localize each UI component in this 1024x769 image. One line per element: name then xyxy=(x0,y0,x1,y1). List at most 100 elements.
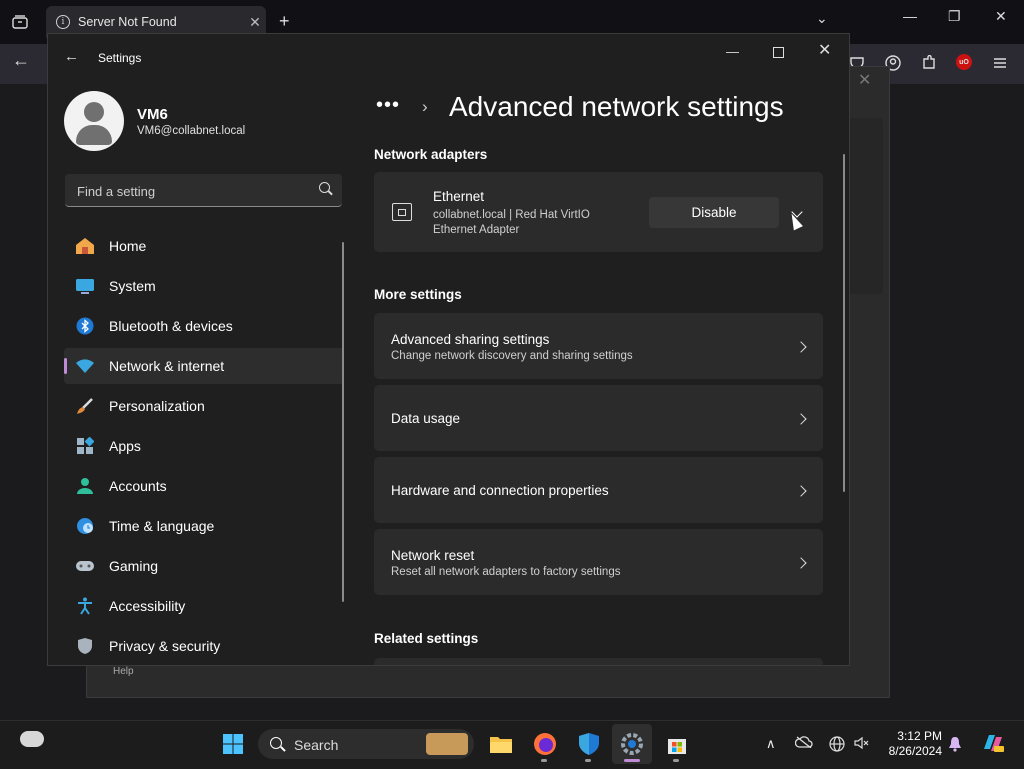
sidebar-item-accounts[interactable]: Accounts xyxy=(64,468,344,504)
sidebar-item-privacy[interactable]: Privacy & security xyxy=(64,628,344,664)
adapter-description: collabnet.local | Red Hat VirtIO Etherne… xyxy=(433,209,590,236)
wifi-icon xyxy=(75,356,95,376)
tab-list-icon[interactable] xyxy=(6,9,34,35)
ethernet-icon xyxy=(392,203,412,221)
item-title: Data usage xyxy=(391,411,461,426)
sidebar-item-system[interactable]: System xyxy=(64,268,344,304)
sidebar-item-label: Home xyxy=(109,238,147,254)
chevron-down-icon[interactable]: ⌄ xyxy=(816,10,828,27)
maximize-icon[interactable] xyxy=(773,47,784,58)
user-email: VM6@collabnet.local xyxy=(137,125,246,137)
minimize-icon[interactable]: — xyxy=(903,8,917,24)
sidebar-item-home[interactable]: Home xyxy=(64,228,344,264)
related-settings-card[interactable] xyxy=(374,658,823,665)
settings-window: ← Settings — ✕ VM6 VM6@collabnet.local H… xyxy=(47,33,850,666)
sidebar-item-accessibility[interactable]: Accessibility xyxy=(64,588,344,624)
breadcrumb-more[interactable]: ••• xyxy=(376,94,400,117)
sidebar-item-bluetooth[interactable]: Bluetooth & devices xyxy=(64,308,344,344)
content-scrollbar[interactable] xyxy=(843,154,845,492)
data-usage-item[interactable]: Data usage xyxy=(374,385,823,451)
dialog-help-link[interactable]: Help xyxy=(113,666,134,677)
firefox-icon[interactable] xyxy=(532,731,558,757)
network-globe-icon[interactable] xyxy=(829,736,845,755)
avatar[interactable] xyxy=(64,91,124,151)
avatar-body xyxy=(76,125,112,145)
notification-bell-icon[interactable] xyxy=(948,736,962,755)
chevron-right-icon: › xyxy=(422,97,428,116)
item-title: Hardware and connection properties xyxy=(391,483,609,498)
sidebar-item-network[interactable]: Network & internet xyxy=(64,348,344,384)
settings-nav: Home System Bluetooth & devices Network … xyxy=(64,228,344,665)
chevron-right-icon xyxy=(795,485,807,497)
new-tab-icon[interactable]: + xyxy=(279,11,290,32)
copilot-icon[interactable] xyxy=(981,731,1005,758)
user-name: VM6 xyxy=(137,106,168,123)
show-hidden-icons-icon[interactable]: ∧ xyxy=(766,736,776,752)
sidebar-item-gaming[interactable]: Gaming xyxy=(64,548,344,584)
home-icon xyxy=(75,236,95,256)
search-highlight-image xyxy=(426,733,468,755)
running-indicator xyxy=(585,759,591,762)
globe-clock-icon xyxy=(75,516,95,536)
hardware-connection-properties-item[interactable]: Hardware and connection properties xyxy=(374,457,823,523)
section-heading: Related settings xyxy=(374,631,479,646)
restore-icon[interactable]: ❐ xyxy=(948,8,961,25)
shield-icon xyxy=(75,636,95,656)
network-reset-item[interactable]: Network reset Reset all network adapters… xyxy=(374,529,823,595)
advanced-sharing-settings-item[interactable]: Advanced sharing settings Change network… xyxy=(374,313,823,379)
sidebar-item-label: Bluetooth & devices xyxy=(109,318,233,334)
back-arrow-icon[interactable]: ← xyxy=(12,50,30,71)
disable-button[interactable]: Disable xyxy=(649,197,779,228)
clock-date: 8/26/2024 xyxy=(888,744,942,758)
taskbar-search[interactable]: Search xyxy=(258,729,474,759)
bluetooth-icon xyxy=(75,316,95,336)
sidebar-item-label: Network & internet xyxy=(109,358,225,374)
start-icon[interactable] xyxy=(220,731,246,757)
minimize-icon[interactable]: — xyxy=(726,44,739,59)
page-title: Advanced network settings xyxy=(449,91,784,122)
search-icon[interactable] xyxy=(319,182,330,193)
adapter-name: Ethernet xyxy=(433,189,485,204)
sidebar-item-personalization[interactable]: Personalization xyxy=(64,388,344,424)
settings-gear-icon[interactable] xyxy=(619,731,645,757)
close-icon[interactable]: ✕ xyxy=(818,40,831,60)
sidebar-item-label: Apps xyxy=(109,438,141,454)
onedrive-icon[interactable] xyxy=(794,736,813,751)
close-icon[interactable]: ✕ xyxy=(995,8,1007,25)
settings-search[interactable] xyxy=(65,174,342,208)
sidebar-item-label: Gaming xyxy=(109,558,159,574)
store-icon[interactable] xyxy=(664,731,690,757)
sidebar-item-time-language[interactable]: Time & language xyxy=(64,508,344,544)
search-icon xyxy=(270,737,282,749)
gamepad-icon xyxy=(75,556,95,576)
chevron-right-icon xyxy=(795,557,807,569)
chevron-right-icon xyxy=(795,341,807,353)
section-heading: More settings xyxy=(374,287,462,302)
accessibility-icon xyxy=(75,596,95,616)
item-title: Network reset xyxy=(391,548,475,563)
dialog-close-icon[interactable]: ✕ xyxy=(858,70,871,90)
item-description: Reset all network adapters to factory se… xyxy=(391,566,621,578)
weather-icon[interactable] xyxy=(20,731,44,747)
sidebar-item-apps[interactable]: Apps xyxy=(64,428,344,464)
taskbar-search-label: Search xyxy=(294,737,339,753)
file-explorer-icon[interactable] xyxy=(488,731,514,757)
ethernet-adapter-card[interactable]: Ethernet collabnet.local | Red Hat VirtI… xyxy=(374,172,823,252)
taskbar-clock[interactable]: 3:12 PM 8/26/2024 xyxy=(870,729,942,759)
sidebar-scrollbar[interactable] xyxy=(342,242,344,602)
clock-time: 3:12 PM xyxy=(897,729,942,743)
info-icon: i xyxy=(56,15,70,29)
volume-muted-icon[interactable] xyxy=(854,736,870,753)
active-indicator xyxy=(624,759,640,762)
menu-icon[interactable] xyxy=(991,54,1009,72)
item-description: Change network discovery and sharing set… xyxy=(391,350,633,362)
search-input[interactable] xyxy=(75,174,309,208)
apps-icon xyxy=(75,436,95,456)
extensions-icon[interactable] xyxy=(920,54,938,72)
sidebar-item-label: Time & language xyxy=(109,518,215,534)
close-tab-icon[interactable]: ✕ xyxy=(244,14,266,31)
ublock-icon[interactable]: uO xyxy=(956,54,972,70)
running-indicator xyxy=(541,759,547,762)
back-arrow-icon[interactable]: ← xyxy=(64,48,79,65)
defender-shield-icon[interactable] xyxy=(576,731,602,757)
